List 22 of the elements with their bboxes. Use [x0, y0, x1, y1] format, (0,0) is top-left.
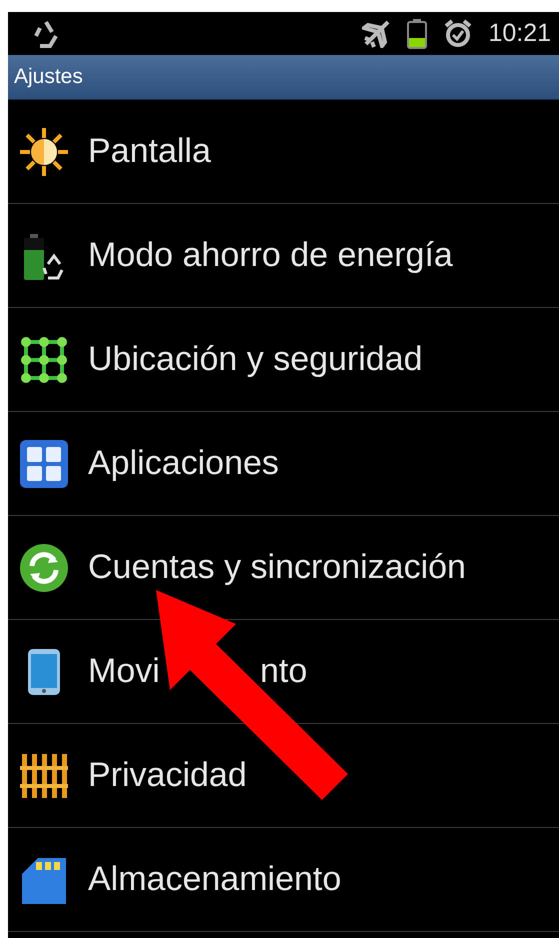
- settings-label: Modo ahorro de energía: [88, 235, 453, 276]
- sync-icon: [18, 542, 70, 594]
- settings-label: Movi: [88, 651, 161, 692]
- settings-item[interactable]: Pantalla: [8, 100, 559, 204]
- settings-item[interactable]: Aplicaciones: [8, 412, 559, 516]
- settings-item[interactable]: Modo ahorro de energía: [8, 204, 559, 308]
- settings-label: Pantalla: [88, 131, 211, 172]
- settings-label: Cuentas y sincronización: [88, 547, 466, 588]
- settings-label: Aplicaciones: [88, 443, 279, 484]
- apps-grid-icon: [18, 438, 70, 490]
- clock-time: 10:21: [488, 18, 551, 49]
- settings-label: nto: [260, 651, 308, 692]
- settings-label: Ubicación y seguridad: [88, 339, 423, 380]
- alarm-clock-icon: [444, 18, 472, 48]
- battery-icon: [406, 18, 428, 48]
- settings-label: Privacidad: [88, 755, 247, 796]
- settings-item[interactable]: Almacenamiento: [8, 828, 559, 932]
- settings-item[interactable]: Ubicación y seguridad: [8, 308, 559, 412]
- screen-title: Ajustes: [14, 64, 83, 90]
- sun-icon: [18, 126, 70, 178]
- settings-label: Almacenamiento: [88, 859, 342, 900]
- airplane-icon: [362, 20, 392, 48]
